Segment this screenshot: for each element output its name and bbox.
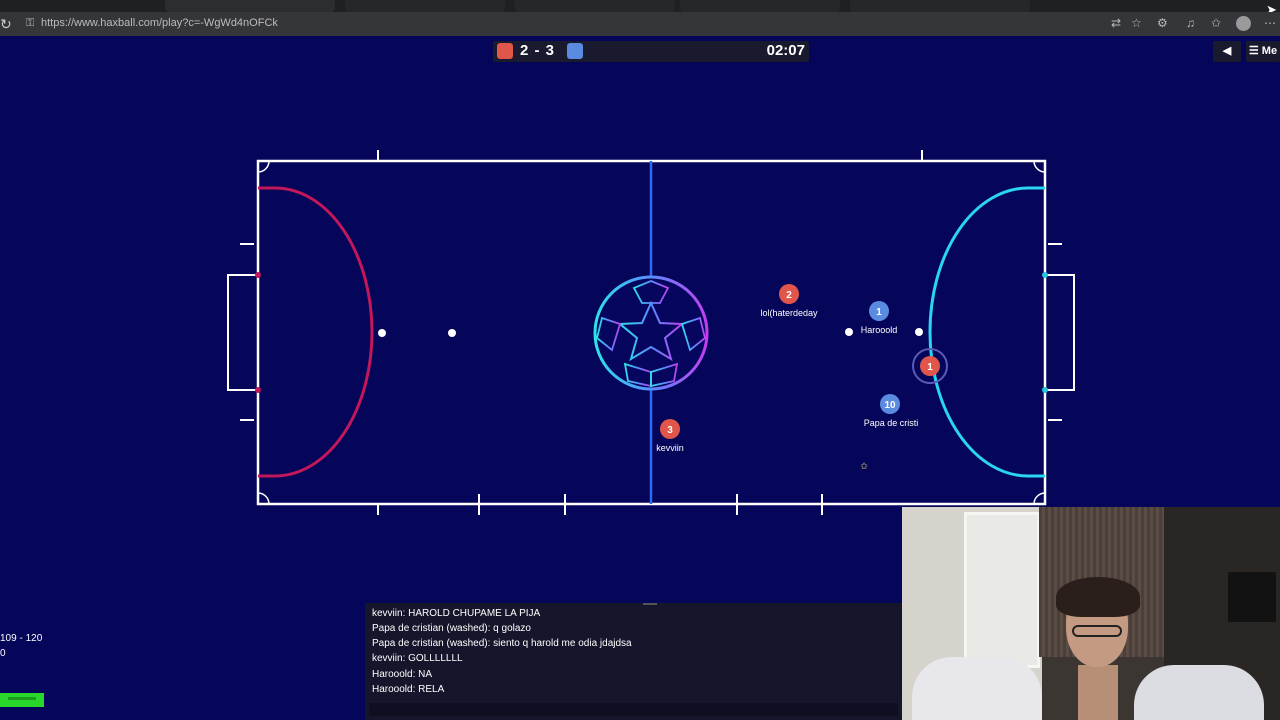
player-red-2: 2 lol(haterdeday — [760, 284, 818, 318]
corner-arc — [1033, 160, 1046, 173]
player-name: lol(haterdeday — [760, 308, 818, 318]
right-goal-post — [1042, 272, 1048, 278]
player-number: 1 — [876, 307, 882, 318]
chat-message: Papa de cristian (washed): q golazo — [372, 623, 531, 634]
player-number: 2 — [786, 290, 792, 301]
chat-resize-handle[interactable] — [643, 603, 657, 605]
player-blue-1: 1 Harooold — [861, 301, 898, 335]
fps-stats: 109 - 120 — [0, 633, 43, 644]
left-goal — [227, 274, 258, 391]
player-number: 3 — [667, 425, 673, 436]
penalty-spot — [448, 329, 456, 337]
player-number: 1 — [927, 362, 933, 373]
player-red-3: 3 kevviin — [656, 419, 684, 453]
chat-message: kevviin: HAROLD CHUPAME LA PIJA — [372, 608, 541, 619]
chat-message: Papa de cristian (washed): siento q haro… — [372, 638, 632, 649]
corner-arc — [257, 160, 270, 173]
left-goal-post — [255, 272, 261, 278]
chat-panel: kevviin: HAROLD CHUPAME LA PIJA Papa de … — [365, 603, 902, 720]
ping-graph — [0, 693, 44, 707]
webcam-shirt — [1134, 665, 1264, 720]
right-goal-post — [1042, 387, 1048, 393]
player-number: 10 — [884, 400, 896, 411]
webcam-overlay — [902, 507, 1280, 720]
right-goal — [1045, 274, 1075, 391]
chat-message: kevviin: GOLLLLLLL — [372, 653, 463, 664]
left-penalty-area — [258, 186, 374, 478]
penalty-spot — [915, 328, 923, 336]
ping-graph-line — [8, 697, 36, 700]
center-ball-icon — [593, 275, 709, 391]
webcam-window — [964, 512, 1040, 668]
player-name: Harooold — [861, 325, 898, 335]
corner-arc — [1033, 492, 1046, 505]
player-name: Papa de cristi — [864, 418, 919, 428]
player-name: kevviin — [656, 443, 684, 453]
penalty-spot — [378, 329, 386, 337]
webcam-person — [1042, 577, 1152, 720]
player-blue-10: 10 Papa de cristi — [864, 394, 919, 428]
chat-message: Harooold: NA — [372, 669, 433, 680]
webcam-tv — [1228, 572, 1276, 622]
chat-input[interactable] — [369, 703, 898, 716]
right-penalty-area — [928, 186, 1045, 478]
penalty-spot — [845, 328, 853, 336]
chat-message: Harooold: RELA — [372, 684, 445, 695]
webcam-shirt — [912, 657, 1042, 720]
left-goal-post — [255, 387, 261, 393]
star-icon: ✩ — [860, 462, 868, 472]
corner-arc — [257, 492, 270, 505]
ping-stats: 0 — [0, 648, 6, 659]
